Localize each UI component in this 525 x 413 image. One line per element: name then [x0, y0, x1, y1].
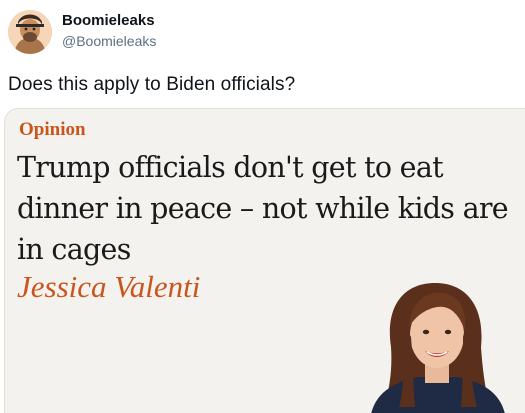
tweet-text: Does this apply to Biden officials? — [8, 74, 296, 95]
author-handle[interactable]: @Boomieleaks — [62, 33, 156, 49]
avatar[interactable] — [8, 10, 52, 54]
tweet: Boomieleaks @Boomieleaks Does this apply… — [0, 0, 525, 413]
article-card[interactable]: Opinion Trump officials don't get to eat… — [4, 108, 525, 413]
avatar-image — [8, 10, 52, 54]
author-name[interactable]: Boomieleaks — [62, 12, 155, 29]
card-byline: Jessica Valenti — [17, 269, 201, 304]
author-portrait — [363, 277, 513, 413]
card-section-label: Opinion — [19, 119, 86, 140]
card-headline: Trump officials don't get to eat dinner … — [17, 151, 509, 266]
